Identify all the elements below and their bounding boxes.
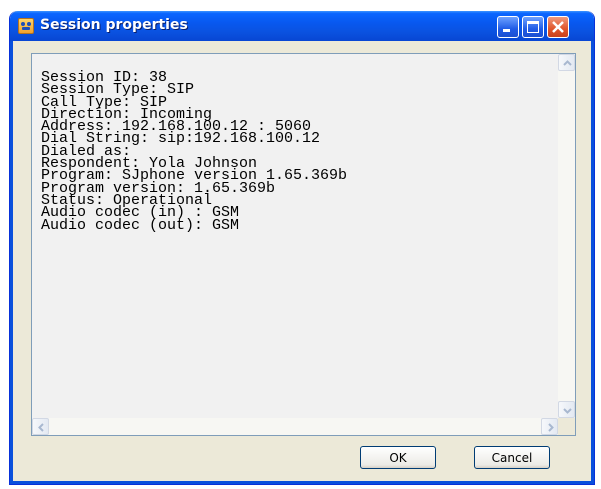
chevron-right-icon	[548, 423, 554, 432]
minimize-icon	[503, 29, 510, 32]
window-title: Session properties	[40, 17, 188, 33]
scroll-up-button[interactable]	[558, 54, 575, 71]
maximize-button[interactable]	[522, 16, 544, 38]
detail-line: Audio codec (out): GSM	[41, 216, 240, 234]
scrollbar-corner	[558, 418, 575, 435]
horizontal-scrollbar[interactable]	[32, 418, 558, 435]
session-details-text: Session ID: 38 Session Type: SIP Call Type…	[32, 54, 558, 418]
close-button[interactable]	[547, 16, 569, 38]
scroll-down-button[interactable]	[558, 401, 575, 418]
close-icon	[552, 21, 564, 33]
title-bar[interactable]: Session properties	[10, 11, 594, 41]
chevron-up-icon	[563, 60, 572, 66]
minimize-button[interactable]	[497, 16, 519, 38]
maximize-icon	[527, 21, 539, 33]
session-properties-window: Session properties Session ID: 38 Session…	[9, 11, 595, 485]
session-details-textbox[interactable]: Session ID: 38 Session Type: SIP Call Type…	[31, 53, 576, 436]
scroll-right-button[interactable]	[541, 418, 558, 435]
scroll-left-button[interactable]	[32, 418, 49, 435]
ok-button[interactable]: OK	[360, 446, 436, 469]
cancel-button[interactable]: Cancel	[474, 446, 550, 469]
session-app-icon	[18, 18, 34, 34]
chevron-left-icon	[38, 423, 44, 432]
vertical-scrollbar[interactable]	[558, 54, 575, 418]
window-frame-bottom	[10, 481, 594, 484]
chevron-down-icon	[563, 408, 572, 414]
